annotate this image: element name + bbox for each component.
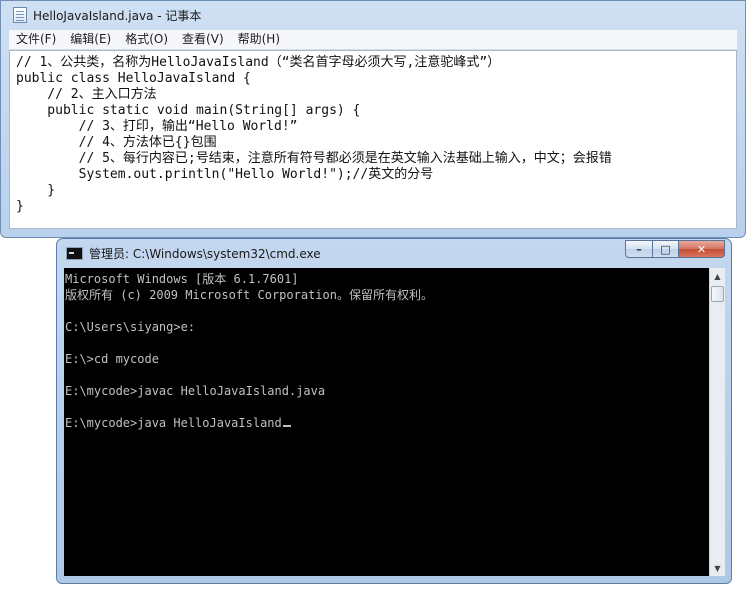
code-line: // 2、主入口方法 bbox=[16, 87, 157, 102]
cmd-scrollbar[interactable]: ▲ ▼ bbox=[709, 268, 725, 576]
scroll-thumb[interactable] bbox=[711, 286, 724, 302]
cmd-window: 管理员: C:\Windows\system32\cmd.exe – □ ✕ M… bbox=[56, 238, 732, 584]
notepad-title: HelloJavaIsland.java - 记事本 bbox=[33, 8, 202, 23]
scroll-up-button[interactable]: ▲ bbox=[710, 268, 725, 284]
notepad-menubar: 文件(F) 编辑(E) 格式(O) 查看(V) 帮助(H) bbox=[9, 30, 737, 50]
code-line: System.out.println("Hello World!");//英文的… bbox=[16, 167, 434, 182]
notepad-app-icon bbox=[13, 7, 27, 23]
text-cursor bbox=[282, 425, 291, 427]
code-line: public class HelloJavaIsland { bbox=[16, 71, 251, 86]
cmd-window-controls: – □ ✕ bbox=[625, 240, 725, 258]
scroll-down-icon: ▼ bbox=[714, 563, 721, 573]
console-line: C:\Users\siyang>e: bbox=[65, 320, 196, 334]
scroll-up-icon: ▲ bbox=[714, 271, 721, 281]
maximize-button[interactable]: □ bbox=[652, 240, 679, 258]
menu-file[interactable]: 文件(F) bbox=[9, 30, 63, 49]
code-line: // 5、每行内容已;号结束，注意所有符号都必须是在英文输入法基础上输入，中文；… bbox=[16, 151, 612, 166]
code-line: // 1、公共类，名称为HelloJavaIsland（“类名首字母必须大写,注… bbox=[16, 55, 501, 70]
code-line: // 4、方法体已{}包围 bbox=[16, 135, 217, 150]
code-line: } bbox=[16, 199, 24, 214]
console-line: Microsoft Windows [版本 6.1.7601] bbox=[65, 272, 299, 286]
notepad-text-area[interactable]: // 1、公共类，名称为HelloJavaIsland（“类名首字母必须大写,注… bbox=[9, 50, 737, 229]
minimize-icon: – bbox=[636, 242, 642, 256]
code-line: // 3、打印，输出“Hello World!” bbox=[16, 119, 298, 134]
console-line-current: E:\mycode>java HelloJavaIsland bbox=[65, 415, 709, 431]
code-line: public static void main(String[] args) { bbox=[16, 103, 361, 118]
menu-format[interactable]: 格式(O) bbox=[118, 30, 175, 49]
cmd-title: 管理员: C:\Windows\system32\cmd.exe bbox=[89, 246, 321, 261]
console-line: 版权所有 (c) 2009 Microsoft Corporation。保留所有… bbox=[65, 288, 433, 302]
console-line: E:\mycode>javac HelloJavaIsland.java bbox=[65, 384, 326, 398]
maximize-icon: □ bbox=[660, 242, 671, 256]
close-icon: ✕ bbox=[696, 242, 707, 256]
console-line: E:\>cd mycode bbox=[65, 352, 159, 366]
notepad-window: HelloJavaIsland.java - 记事本 文件(F) 编辑(E) 格… bbox=[0, 0, 746, 238]
close-button[interactable]: ✕ bbox=[679, 240, 725, 258]
menu-edit[interactable]: 编辑(E) bbox=[63, 30, 118, 49]
notepad-titlebar[interactable]: HelloJavaIsland.java - 记事本 bbox=[1, 1, 745, 29]
menu-view[interactable]: 查看(V) bbox=[175, 30, 231, 49]
scroll-down-button[interactable]: ▼ bbox=[710, 560, 725, 576]
menu-help[interactable]: 帮助(H) bbox=[231, 30, 287, 49]
cmd-app-icon bbox=[66, 246, 83, 260]
code-line: } bbox=[16, 183, 56, 198]
console-prompt-text: E:\mycode>java HelloJavaIsland bbox=[65, 416, 282, 430]
cmd-console[interactable]: Microsoft Windows [版本 6.1.7601] 版权所有 (c)… bbox=[64, 268, 709, 576]
minimize-button[interactable]: – bbox=[625, 240, 652, 258]
